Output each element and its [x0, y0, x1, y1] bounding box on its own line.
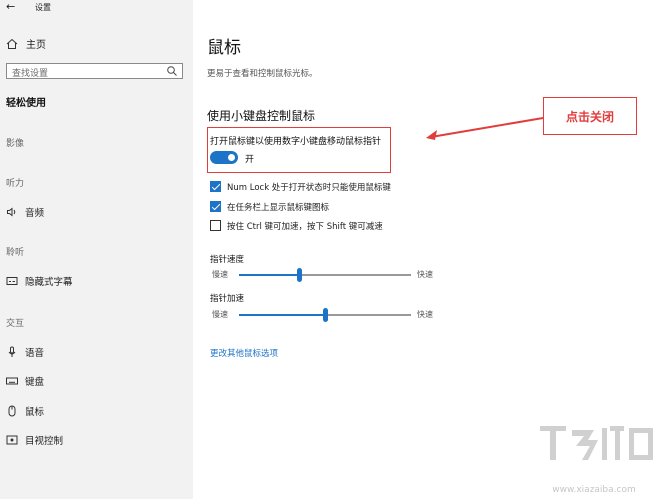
- toggle-knob: [228, 154, 235, 161]
- watermark-logo: www.xiazaiba.com: [540, 426, 653, 495]
- pointer-acceleration-min: 慢速: [212, 310, 228, 319]
- sidebar-category-listen: 聆听: [6, 248, 25, 258]
- pointer-speed-fill: [239, 274, 300, 276]
- sidebar-item-keyboard[interactable]: 键盘: [6, 374, 44, 388]
- pointer-speed-title: 指针速度: [210, 255, 245, 265]
- pointer-acceleration-max: 快速: [417, 310, 433, 319]
- sidebar-item-captions[interactable]: 隐藏式字幕: [6, 274, 73, 288]
- pointer-speed-min: 慢速: [212, 270, 228, 279]
- toggle-state-label: 开: [245, 155, 255, 165]
- pointer-acceleration-fill: [239, 314, 325, 316]
- mouse-keys-toggle[interactable]: [210, 151, 238, 164]
- page-subtitle: 更易于查看和控制鼠标光标。: [207, 69, 318, 79]
- pointer-acceleration-title: 指针加速: [210, 294, 245, 304]
- title-bar: ← 设置: [0, 0, 193, 16]
- taskbar-icon-checkbox-label: 在任务栏上显示鼠标键图标: [227, 203, 330, 213]
- pointer-speed-thumb[interactable]: [296, 268, 302, 282]
- keyboard-icon: [6, 377, 18, 385]
- sidebar-item-label: 目视控制: [25, 436, 64, 447]
- annotation-arrow: [426, 117, 544, 140]
- sidebar-item-label: 鼠标: [25, 407, 45, 418]
- mouse-icon: [8, 405, 16, 417]
- search-icon[interactable]: [166, 65, 178, 77]
- sidebar-item-audio[interactable]: 音频: [6, 205, 44, 219]
- pointer-speed-max: 快速: [417, 270, 433, 279]
- nav-home-label: 主页: [26, 40, 46, 51]
- ctrl-shift-checkbox-label: 按住 Ctrl 键可加速，按下 Shift 键可减速: [227, 222, 383, 232]
- annotation-callout: 点击关闭: [543, 97, 637, 135]
- back-arrow-icon[interactable]: ←: [6, 0, 15, 13]
- app-title: 设置: [35, 3, 51, 12]
- sidebar-item-label: 音频: [25, 208, 45, 219]
- search-placeholder: 查找设置: [12, 69, 49, 79]
- annotation-text: 点击关闭: [565, 110, 614, 124]
- sidebar-category-hearing: 听力: [6, 179, 25, 189]
- sidebar-item-eye-control[interactable]: 目视控制: [6, 433, 63, 447]
- page-title: 鼠标: [207, 38, 241, 58]
- numlock-checkbox[interactable]: [210, 181, 221, 192]
- sidebar-section-ease-of-access: 轻松使用: [6, 98, 46, 109]
- sidebar-category-interaction: 交互: [6, 319, 25, 329]
- caption-icon: [6, 277, 18, 285]
- pointer-acceleration-slider[interactable]: [239, 308, 411, 322]
- taskbar-icon-checkbox[interactable]: [210, 201, 221, 212]
- sidebar-item-label: 语音: [25, 348, 45, 359]
- mouse-keys-toggle-label: 打开鼠标键以使用数字小键盘移动鼠标指针: [210, 137, 382, 147]
- sidebar-item-label: 隐藏式字幕: [25, 277, 73, 288]
- ctrl-shift-checkbox[interactable]: [210, 220, 221, 231]
- eye-control-icon: [6, 435, 18, 445]
- sidebar-item-speech[interactable]: 语音: [6, 345, 44, 359]
- search-input[interactable]: 查找设置: [6, 63, 183, 79]
- numlock-checkbox-label: Num Lock 处于打开状态时只能使用鼠标键: [227, 183, 391, 193]
- sidebar-item-mouse[interactable]: 鼠标: [6, 404, 44, 418]
- more-mouse-options-link[interactable]: 更改其他鼠标选项: [210, 347, 278, 359]
- home-icon: [6, 38, 18, 49]
- section-title: 使用小键盘控制鼠标: [207, 109, 316, 123]
- pointer-acceleration-thumb[interactable]: [322, 308, 328, 322]
- nav-home[interactable]: 主页: [6, 36, 46, 51]
- watermark-text: www.xiazaiba.com: [552, 485, 636, 495]
- sidebar-category-vision: 影像: [6, 139, 25, 149]
- speaker-icon: [7, 207, 16, 217]
- microphone-icon: [8, 346, 16, 357]
- sidebar-item-label: 键盘: [25, 377, 45, 388]
- pointer-speed-slider[interactable]: [239, 268, 411, 282]
- sidebar: ← 设置 主页 查找设置 轻松使用 影像 听力 音频 聆听 隐藏式字幕 交互 语…: [0, 0, 193, 499]
